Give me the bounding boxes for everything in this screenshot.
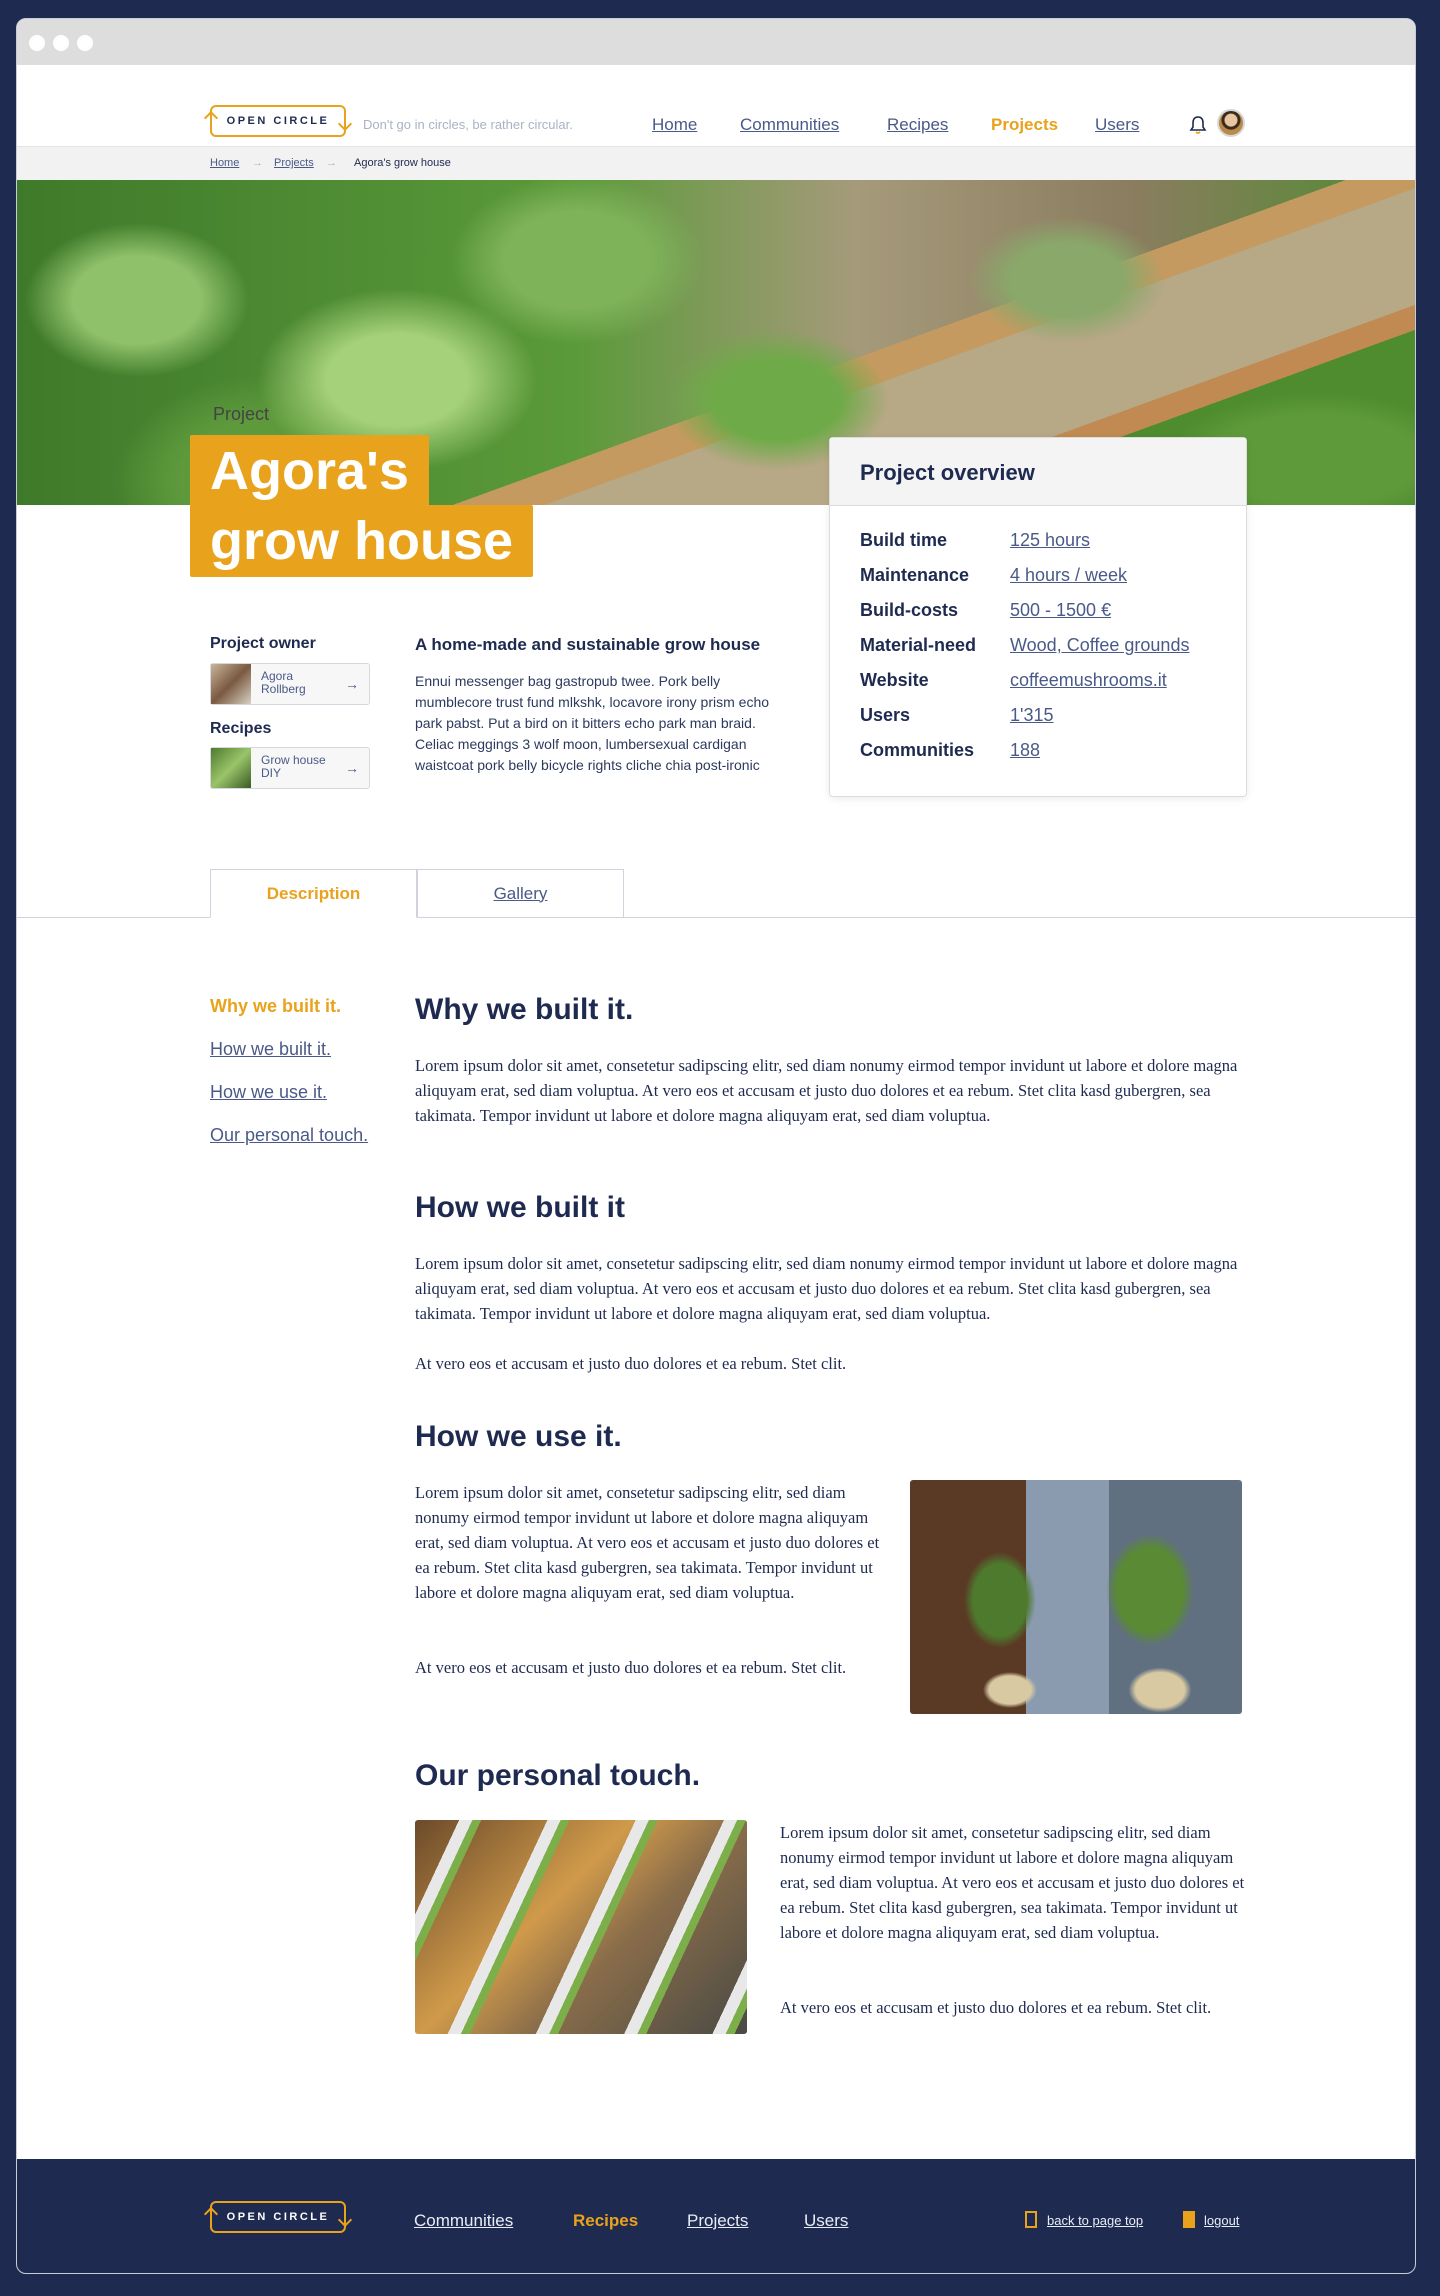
- footer-logo[interactable]: OPEN CIRCLE: [210, 2201, 346, 2233]
- plants-photo: [910, 1480, 1242, 1714]
- recipe-name: Grow house DIY: [261, 753, 326, 780]
- overview-label: Maintenance: [860, 565, 970, 585]
- nav-communities[interactable]: Communities: [740, 115, 839, 135]
- project-overview-card: Project overview Build time 125 hours Ma…: [829, 437, 1247, 797]
- breadcrumb-separator-icon: →: [252, 157, 263, 169]
- section-text: Lorem ipsum dolor sit amet, consetetur s…: [415, 1483, 880, 1602]
- footer-nav-communities[interactable]: Communities: [414, 2211, 513, 2231]
- toc-personal-touch[interactable]: Our personal touch.: [210, 1125, 368, 1146]
- breadcrumb: Home → Projects → Agora's grow house: [17, 146, 1415, 180]
- breadcrumb-home[interactable]: Home: [210, 157, 239, 169]
- project-overview-title: Project overview: [830, 438, 1246, 506]
- window-control-close[interactable]: [29, 35, 45, 51]
- site-logo[interactable]: OPEN CIRCLE: [210, 105, 346, 137]
- intro-heading: A home-made and sustainable grow house: [415, 635, 761, 654]
- overview-label: Build time: [860, 530, 948, 550]
- toc-why-we-built[interactable]: Why we built it.: [210, 996, 341, 1017]
- overview-value-link[interactable]: 4 hours / week: [1010, 565, 1127, 586]
- overview-value-link[interactable]: 1'315: [1010, 705, 1053, 726]
- toc-how-we-built[interactable]: How we built it.: [210, 1039, 331, 1060]
- recipe-thumbnail: [211, 748, 251, 788]
- browser-window: OPEN CIRCLE Don't go in circles, be rath…: [16, 18, 1416, 2274]
- section-text: At vero eos et accusam et justo duo dolo…: [415, 1354, 847, 1373]
- overview-label: Website: [860, 670, 929, 690]
- project-owner-chip[interactable]: Agora Rollberg →: [210, 663, 370, 705]
- window-control-minimize[interactable]: [53, 35, 69, 51]
- section-heading: Why we built it.: [415, 993, 634, 1026]
- logout-link[interactable]: logout: [1204, 2213, 1239, 2228]
- section-text: At vero eos et accusam et justo duo dolo…: [415, 1658, 847, 1677]
- overview-label: Users: [860, 705, 911, 725]
- tab-description[interactable]: Description: [210, 869, 417, 918]
- breadcrumb-separator-icon: →: [326, 157, 337, 169]
- nav-users[interactable]: Users: [1095, 115, 1139, 135]
- intro-text: Ennui messenger bag gastropub twee. Pork…: [415, 673, 770, 773]
- browser-chrome: [17, 19, 1415, 65]
- overview-value-link[interactable]: 125 hours: [1010, 530, 1090, 551]
- footer-nav-users[interactable]: Users: [804, 2211, 848, 2231]
- footer-nav-projects[interactable]: Projects: [687, 2211, 748, 2231]
- logout-icon: [1183, 2211, 1195, 2228]
- toc-how-we-use[interactable]: How we use it.: [210, 1082, 327, 1103]
- section-text: Lorem ipsum dolor sit amet, consetetur s…: [415, 1056, 1238, 1125]
- overview-label: Communities: [860, 740, 975, 760]
- section-heading: How we built it: [415, 1191, 625, 1224]
- arrow-right-icon: →: [345, 676, 359, 692]
- recipe-chip[interactable]: Grow house DIY →: [210, 747, 370, 789]
- hydroponics-photo: [415, 1820, 747, 2034]
- site-header: OPEN CIRCLE Don't go in circles, be rath…: [17, 65, 1415, 145]
- overview-label: Material-need: [860, 635, 977, 655]
- hero-label: Project: [213, 404, 270, 424]
- arrow-right-icon: →: [345, 760, 359, 776]
- overview-value-link[interactable]: Wood, Coffee grounds: [1010, 635, 1189, 656]
- arrow-up-icon: [1025, 2211, 1037, 2228]
- overview-value-link[interactable]: coffeemushrooms.it: [1010, 670, 1167, 691]
- overview-label: Build-costs: [860, 600, 959, 620]
- section-heading: Our personal touch.: [415, 1759, 701, 1792]
- owner-thumbnail: [211, 664, 251, 704]
- nav-recipes[interactable]: Recipes: [887, 115, 948, 135]
- owner-name: Agora Rollberg: [261, 669, 306, 696]
- footer-nav-recipes[interactable]: Recipes: [573, 2211, 638, 2231]
- section-text: Lorem ipsum dolor sit amet, consetetur s…: [780, 1823, 1245, 1942]
- section-text: Lorem ipsum dolor sit amet, consetetur s…: [415, 1254, 1238, 1323]
- user-avatar[interactable]: [1217, 109, 1245, 137]
- nav-home[interactable]: Home: [652, 115, 697, 135]
- notification-bell-icon[interactable]: [1189, 115, 1207, 135]
- overview-value-link[interactable]: 188: [1010, 740, 1040, 761]
- breadcrumb-projects[interactable]: Projects: [274, 157, 314, 169]
- project-owner-heading: Project owner: [210, 635, 316, 652]
- section-text: At vero eos et accusam et justo duo dolo…: [780, 1998, 1212, 2017]
- site-tagline: Don't go in circles, be rather circular.: [363, 117, 573, 132]
- section-heading: How we use it.: [415, 1420, 622, 1453]
- nav-projects[interactable]: Projects: [991, 115, 1058, 135]
- page-title-line2: grow house: [190, 505, 534, 577]
- breadcrumb-current: Agora's grow house: [354, 157, 451, 169]
- back-to-top-link[interactable]: back to page top: [1047, 2213, 1143, 2228]
- tab-gallery[interactable]: Gallery: [417, 869, 624, 918]
- overview-value-link[interactable]: 500 - 1500 €: [1010, 600, 1111, 621]
- site-footer: OPEN CIRCLE Communities Recipes Projects…: [17, 2159, 1415, 2273]
- page-title-line1: Agora's: [190, 435, 429, 507]
- window-control-maximize[interactable]: [77, 35, 93, 51]
- recipes-heading: Recipes: [210, 720, 272, 737]
